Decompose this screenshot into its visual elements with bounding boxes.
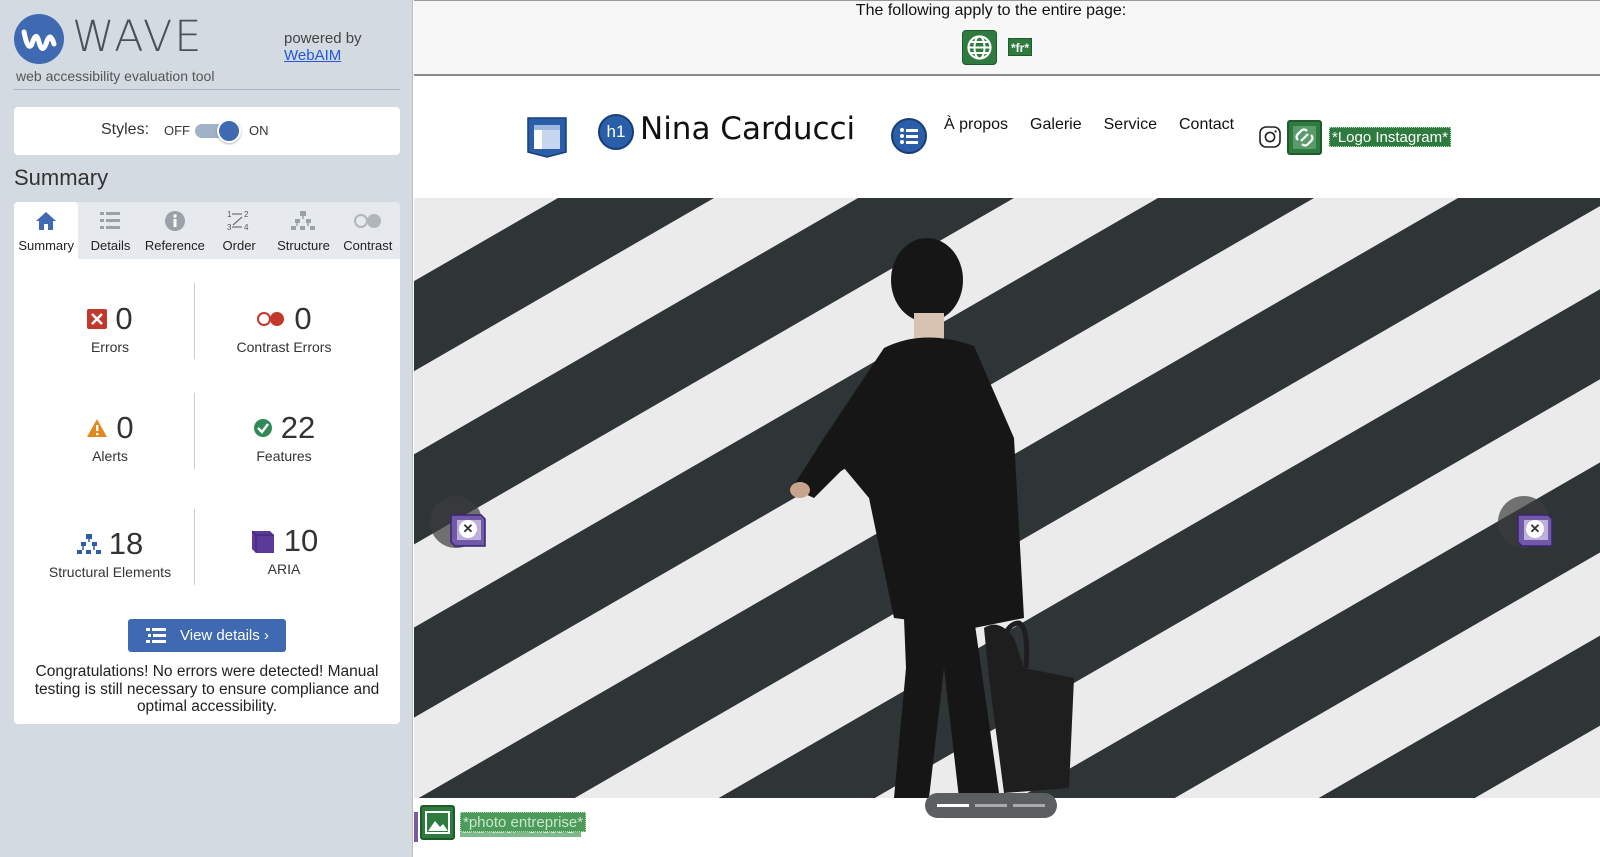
styles-toggle-box: Styles: OFF ON <box>14 107 400 155</box>
styles-toggle[interactable] <box>195 119 241 143</box>
contrast-errors-count: 0 <box>294 301 312 336</box>
error-icon <box>87 309 108 329</box>
tab-structure[interactable]: Structure <box>271 202 335 259</box>
instagram-icon[interactable] <box>1258 125 1282 149</box>
svg-text:3: 3 <box>227 223 232 232</box>
contrast-errors-label: Contrast Errors <box>236 339 332 355</box>
svg-text:2: 2 <box>244 210 249 219</box>
carousel-indicator-2[interactable] <box>975 804 1007 807</box>
page-banner: The following apply to the entire page: … <box>414 0 1600 76</box>
errors-label: Errors <box>90 339 130 355</box>
toggle-knob <box>217 119 241 143</box>
close-icon: ✕ <box>1526 520 1544 538</box>
aria-label: ARIA <box>267 561 301 577</box>
summary-heading: Summary <box>14 165 109 190</box>
tab-contrast-label: Contrast <box>343 238 393 253</box>
styles-off-label: OFF <box>164 123 190 138</box>
wave-brand: WAVE web accessibility evaluation tool p… <box>14 12 400 90</box>
tab-reference-label: Reference <box>144 238 205 253</box>
order-icon: 1 2 3 4 <box>207 210 271 232</box>
carousel-indicator-3[interactable] <box>1013 804 1045 807</box>
tab-summary-label: Summary <box>18 238 74 253</box>
carousel-indicators <box>925 793 1057 818</box>
tab-order-label: Order <box>222 238 256 253</box>
feature-check-icon <box>253 419 272 437</box>
app-root: WAVE web accessibility evaluation tool p… <box>0 0 1600 857</box>
tab-details[interactable]: Details <box>78 202 142 259</box>
styles-on-label: ON <box>249 123 269 138</box>
wave-logo-icon <box>14 14 64 64</box>
nav-link-contact[interactable]: Contact <box>1179 116 1234 134</box>
home-icon <box>14 210 78 232</box>
wave-sidebar: WAVE web accessibility evaluation tool p… <box>0 0 413 857</box>
tab-summary[interactable]: Summary <box>14 202 79 259</box>
svg-text:1: 1 <box>227 210 232 219</box>
aria-icon[interactable]: ✕ <box>449 512 487 548</box>
wave-tabs: Summary Details Reference 1 2 3 4 Order Str… <box>14 202 400 259</box>
close-icon: ✕ <box>459 520 477 538</box>
view-details-label: View details › <box>180 627 269 644</box>
linked-image-icon[interactable] <box>1287 120 1322 155</box>
structural-count: 18 <box>108 526 144 561</box>
tab-structure-label: Structure <box>277 238 330 253</box>
nav-link-gallery[interactable]: Galerie <box>1030 116 1082 134</box>
summary-panel: 0 Errors 0 Contrast Errors 0 Alerts 22 F… <box>14 259 400 724</box>
errors-count: 0 <box>115 301 133 336</box>
aria-icon <box>251 530 274 553</box>
powered-by: powered by WebAIM <box>284 30 362 64</box>
congrats-message: Congratulations! No errors were detected… <box>34 663 380 715</box>
tab-reference[interactable]: Reference <box>143 202 207 259</box>
nav-link-about[interactable]: À propos <box>944 116 1008 134</box>
site-header: h1 Nina Carducci À propos Galerie Servic… <box>414 78 1600 198</box>
stat-aria[interactable]: 10 ARIA <box>199 523 369 577</box>
contrast-icon <box>336 210 400 232</box>
features-count: 22 <box>280 410 316 445</box>
image-alt-icon[interactable] <box>420 805 455 840</box>
powered-by-text: powered by <box>284 30 362 47</box>
features-label: Features <box>256 448 312 464</box>
banner-text: The following apply to the entire page: <box>855 2 1127 19</box>
stat-alerts[interactable]: 0 Alerts <box>25 410 195 464</box>
alerts-count: 0 <box>116 410 134 445</box>
svg-text:4: 4 <box>244 223 249 232</box>
tab-order[interactable]: 1 2 3 4 Order <box>207 202 271 259</box>
styles-label: Styles: <box>101 121 150 138</box>
hero-image <box>414 198 1600 798</box>
structure-icon <box>76 534 101 554</box>
h1-icon[interactable]: h1 <box>598 114 634 150</box>
nav-link-service[interactable]: Service <box>1104 116 1157 134</box>
site-title: Nina Carducci <box>640 111 856 147</box>
list-icon[interactable] <box>891 118 927 154</box>
page-preview: The following apply to the entire page: … <box>414 0 1600 857</box>
list-icon <box>78 210 142 232</box>
alerts-label: Alerts <box>92 448 128 464</box>
language-icon[interactable] <box>962 30 997 65</box>
instagram-alt-text: *Logo Instagram* <box>1329 127 1451 147</box>
aria-count: 10 <box>283 523 319 558</box>
info-icon <box>143 210 207 232</box>
structure-icon <box>271 210 335 232</box>
tab-contrast[interactable]: Contrast <box>336 202 400 259</box>
language-tag: *fr* <box>1008 38 1033 56</box>
tab-details-label: Details <box>90 238 131 253</box>
stat-structural[interactable]: 18 Structural Elements <box>25 526 195 580</box>
site-nav: À propos Galerie Service Contact <box>944 116 1234 134</box>
wave-subtitle: web accessibility evaluation tool <box>16 68 215 84</box>
stat-contrast-errors[interactable]: 0 Contrast Errors <box>199 301 369 355</box>
list-icon <box>146 627 166 643</box>
photo-alt-text: *photo entreprise* <box>460 812 587 832</box>
webaim-link[interactable]: WebAIM <box>284 47 341 64</box>
contrast-error-icon <box>257 312 285 326</box>
aria-bar-marker <box>414 812 418 842</box>
view-details-button[interactable]: View details › <box>128 619 286 652</box>
carousel-indicator-1[interactable] <box>937 804 969 807</box>
stat-features[interactable]: 22 Features <box>199 410 369 464</box>
wave-title: WAVE <box>72 12 204 62</box>
banner-landmark-icon[interactable] <box>527 116 567 158</box>
aria-icon[interactable]: ✕ <box>1516 512 1554 548</box>
structural-label: Structural Elements <box>48 564 172 580</box>
alert-icon <box>87 419 108 437</box>
stat-errors[interactable]: 0 Errors <box>25 301 195 355</box>
hero-carousel: ✕ ✕ <box>414 198 1600 798</box>
